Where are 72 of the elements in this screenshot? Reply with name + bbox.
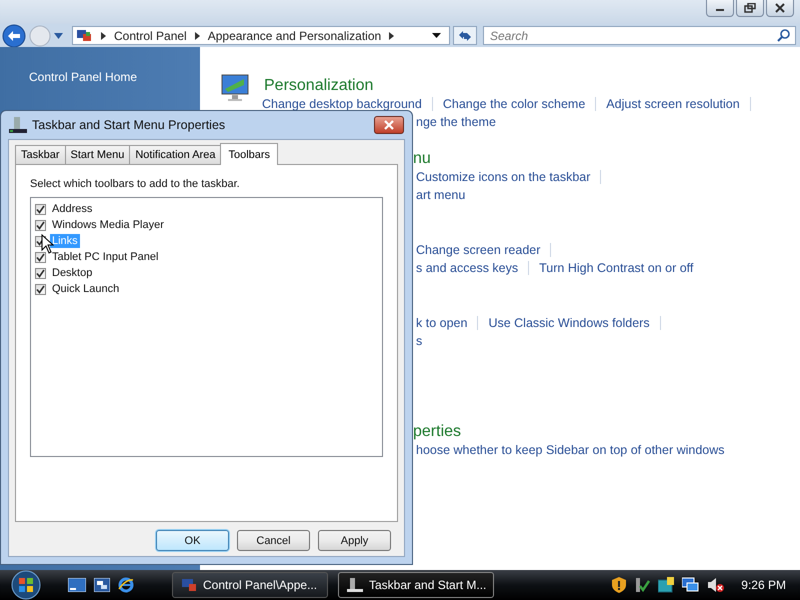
task-link[interactable]: art menu <box>416 188 466 202</box>
list-item[interactable]: Tablet PC Input Panel <box>50 250 160 264</box>
sidebar-link[interactable]: Control Panel Home <box>29 70 200 84</box>
search-field[interactable]: Search <box>483 26 796 45</box>
checkbox[interactable] <box>35 220 46 230</box>
chevron-icon <box>194 32 200 40</box>
task-link[interactable]: Customize icons on the taskbar <box>416 170 602 184</box>
close-button[interactable] <box>766 0 794 17</box>
tab[interactable]: Toolbars <box>220 143 278 165</box>
windows-icon[interactable] <box>94 578 110 592</box>
restore-icon <box>744 3 756 13</box>
chevron-icon <box>389 32 394 40</box>
task-link[interactable]: s and access keys <box>416 261 530 275</box>
task-link[interactable]: hoose whether to keep Sidebar on top of other windows <box>416 443 725 457</box>
control-panel-icon <box>181 577 197 593</box>
list-item[interactable]: Desktop <box>50 266 94 280</box>
control-panel-icon <box>77 28 93 42</box>
task-link[interactable]: Adjust screen resolution <box>606 97 751 111</box>
mouse-pointer-icon <box>41 234 54 254</box>
task-link[interactable]: nge the theme <box>416 115 496 129</box>
muted-speaker-icon[interactable] <box>707 577 726 593</box>
network-icon[interactable] <box>682 577 700 593</box>
breadcrumb[interactable]: Appearance and Personalization <box>208 28 382 42</box>
task-link[interactable]: k to open <box>416 316 478 330</box>
dialog-button[interactable]: OK <box>156 530 229 551</box>
desktop-icon[interactable] <box>68 578 86 592</box>
taskbar-properties-icon <box>347 577 363 593</box>
task-link[interactable]: Change screen reader <box>416 243 552 257</box>
address-bar[interactable]: Control Panel Appearance and Personalization <box>72 26 450 45</box>
list-item[interactable]: Windows Media Player <box>50 218 166 232</box>
minimize-button[interactable] <box>706 0 734 17</box>
taskbar-properties-icon <box>9 116 27 134</box>
browser-icon[interactable] <box>118 577 134 593</box>
dialog-button[interactable]: Cancel <box>237 530 310 551</box>
checkbox[interactable] <box>35 284 46 294</box>
instruction-text: Select which toolbars to add to the taskbar. <box>30 178 241 190</box>
checkbox[interactable] <box>35 204 46 214</box>
back-button[interactable] <box>2 24 26 48</box>
clock[interactable]: 9:26 PM <box>741 578 786 592</box>
close-icon <box>774 3 786 13</box>
task-link[interactable]: s <box>416 334 422 348</box>
refresh-button[interactable] <box>453 26 477 45</box>
sidebar-icon[interactable] <box>658 577 674 593</box>
dialog-title: Taskbar and Start Menu Properties <box>32 118 226 132</box>
task-link[interactable]: Turn High Contrast on or off <box>539 261 694 275</box>
tab[interactable]: Notification Area <box>129 145 222 164</box>
tab[interactable]: Taskbar <box>15 145 66 164</box>
chevron-icon <box>101 32 106 40</box>
category-heading[interactable]: perties <box>413 423 462 441</box>
list-item[interactable]: Quick Launch <box>50 282 122 296</box>
checkbox[interactable] <box>35 268 46 278</box>
restore-button[interactable] <box>736 0 764 17</box>
monitor-icon <box>220 73 250 103</box>
checkmark-icon[interactable] <box>634 577 650 593</box>
dialog-button[interactable]: Apply <box>318 530 391 551</box>
refresh-icon <box>457 28 473 42</box>
task-link[interactable]: Change the color scheme <box>442 97 596 111</box>
category-heading[interactable]: Personalization <box>264 77 374 95</box>
dropdown-icon[interactable] <box>432 33 441 38</box>
search-icon <box>777 29 790 42</box>
breadcrumb[interactable]: Control Panel <box>114 28 187 42</box>
category-heading[interactable]: nu <box>413 150 431 168</box>
list-item[interactable]: Address <box>50 202 94 216</box>
close-icon <box>383 120 395 130</box>
shield-icon[interactable] <box>612 577 626 593</box>
caret-icon[interactable] <box>54 32 63 38</box>
taskbar-button[interactable]: Taskbar and Start M... <box>338 572 494 598</box>
close-button[interactable] <box>374 116 404 134</box>
checkbox[interactable] <box>35 252 46 262</box>
taskbar-button[interactable]: Control Panel\Appe... <box>172 572 328 598</box>
task-link[interactable]: Use Classic Windows folders <box>488 316 661 330</box>
tab[interactable]: Start Menu <box>64 145 130 164</box>
